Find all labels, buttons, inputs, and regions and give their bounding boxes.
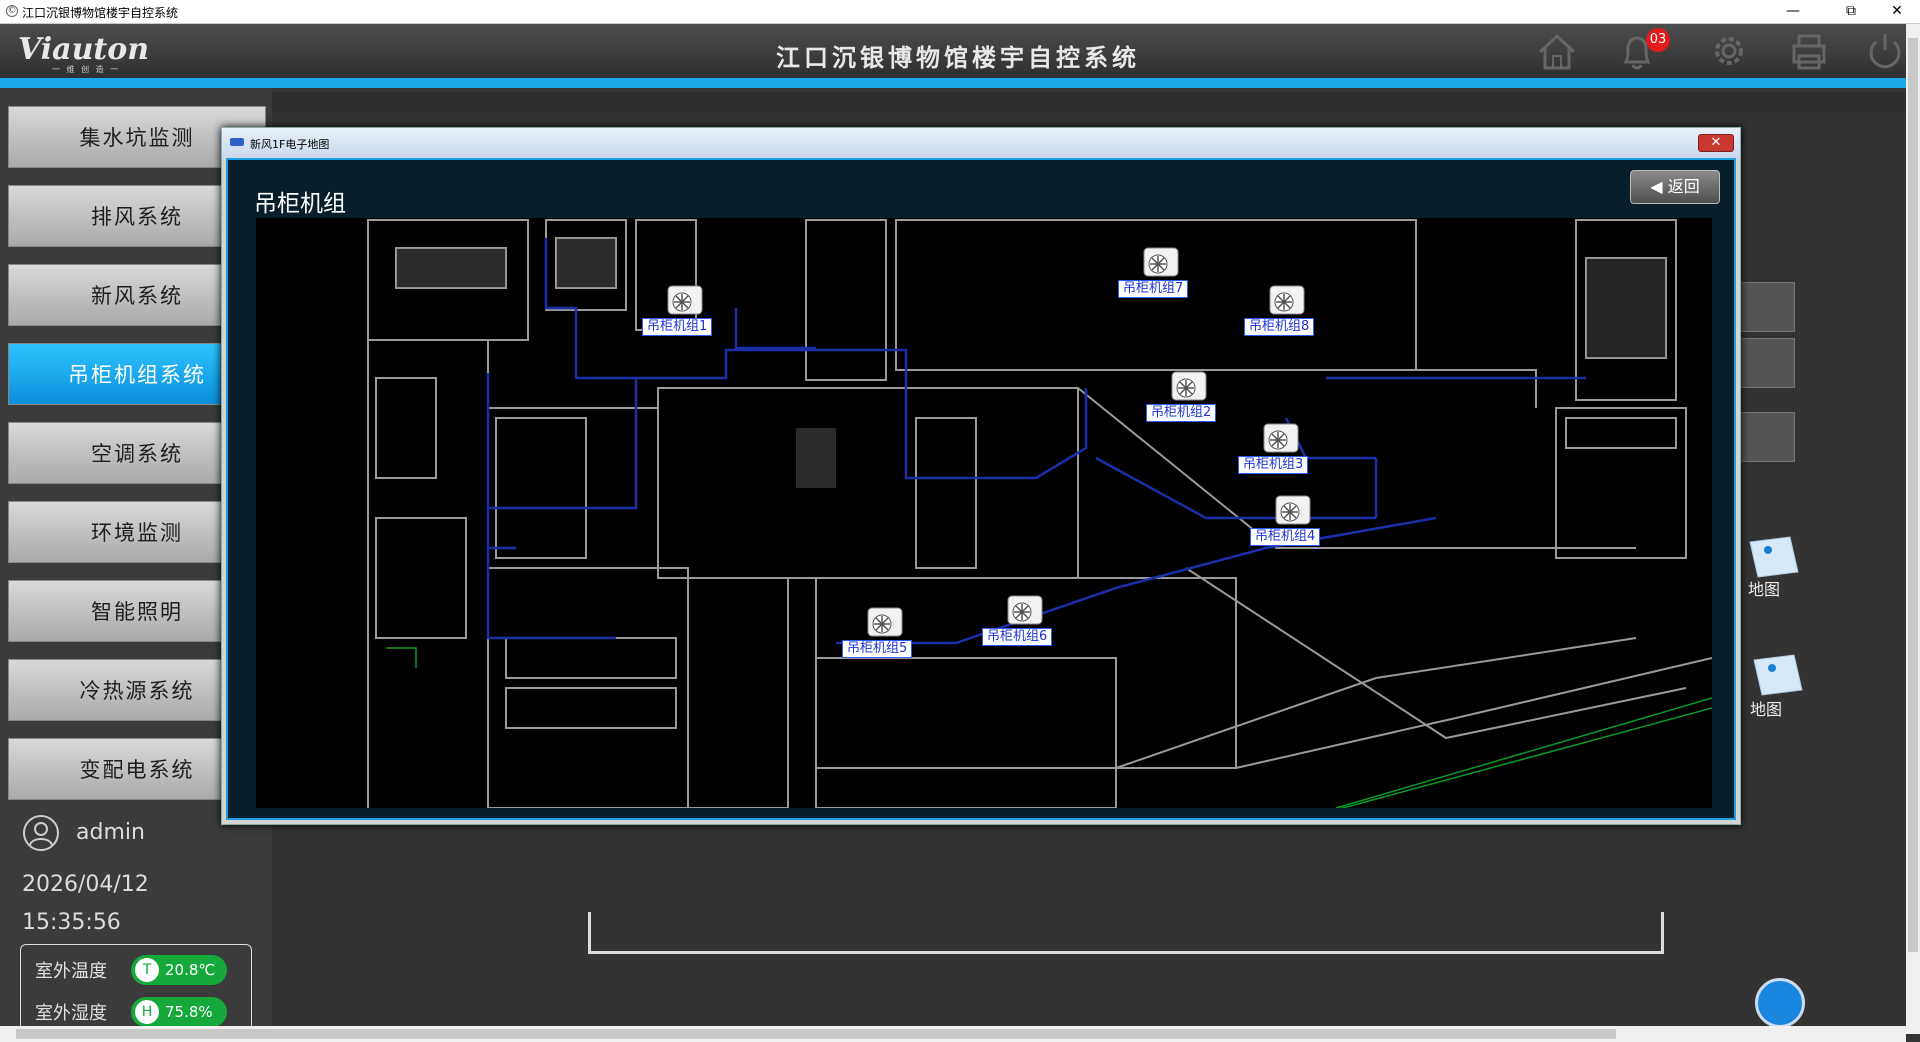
floor-plan-drawing — [367, 219, 1712, 808]
fan-icon — [1263, 423, 1299, 453]
fan-icon — [1007, 595, 1043, 625]
panel-title: 吊柜机组 — [254, 191, 346, 217]
outdoor-humidity-badge: H 75.8% — [131, 997, 227, 1027]
dialog-body: 吊柜机组 ◀ 返回 吊柜机组1 吊柜机组2 吊柜机组3 吊柜机组4 吊柜机组5 … — [226, 158, 1736, 820]
back-button[interactable]: ◀ 返回 — [1630, 170, 1720, 204]
background-button-3 — [1737, 412, 1795, 462]
current-date: 2026/04/12 — [22, 872, 149, 897]
ceiling-unit-label: 吊柜机组3 — [1238, 456, 1309, 474]
app-header: Viauton 一 维 创 造 一 江口沉银博物馆楼宇自控系统 03 — [0, 24, 1920, 78]
fan-icon — [667, 285, 703, 315]
humidity-icon: H — [135, 1000, 159, 1024]
close-button[interactable]: ✕ — [1874, 0, 1920, 24]
horizontal-scrollbar[interactable] — [0, 1026, 1906, 1042]
dialog-app-icon — [230, 138, 244, 146]
header-accent-bar — [0, 78, 1906, 88]
outdoor-temp-label: 室外温度 — [35, 961, 107, 982]
map-label-1[interactable]: 地图 — [1748, 576, 1780, 600]
floor-map-dialog: 新风1F电子地图 ✕ 吊柜机组 ◀ 返回 吊柜机组1 吊柜机组2 吊柜机组3 吊… — [221, 127, 1741, 825]
map-label-2[interactable]: 地图 — [1750, 696, 1782, 720]
alarm-badge: 03 — [1646, 28, 1670, 52]
ceiling-unit-label: 吊柜机组1 — [642, 318, 713, 336]
background-button-2 — [1737, 338, 1795, 388]
thermometer-icon: T — [135, 958, 159, 982]
app-title: 江口沉银博物馆楼宇自控系统 — [776, 43, 1140, 72]
logo: Viauton — [18, 32, 150, 67]
restore-button[interactable]: ⧉ — [1828, 0, 1874, 24]
printer-icon[interactable] — [1786, 30, 1832, 72]
username: admin — [76, 820, 145, 845]
window-title: 江口沉银博物馆楼宇自控系统 — [22, 6, 179, 20]
floating-nav-button[interactable] — [1755, 978, 1805, 1028]
fan-icon — [867, 607, 903, 637]
outdoor-temp-value: 20.8℃ — [165, 961, 216, 979]
app-icon: © — [6, 5, 18, 17]
fan-icon — [1143, 247, 1179, 277]
ceiling-unit-label: 吊柜机组2 — [1146, 404, 1217, 422]
content-frame — [588, 912, 1664, 954]
minimize-button[interactable]: — — [1770, 0, 1816, 24]
fan-icon — [1269, 285, 1305, 315]
vertical-scroll-thumb[interactable] — [1908, 38, 1918, 952]
ceiling-unit-label: 吊柜机组7 — [1118, 280, 1189, 298]
ceiling-unit-label: 吊柜机组5 — [842, 640, 913, 658]
fan-icon — [1275, 495, 1311, 525]
outdoor-humidity-value: 75.8% — [165, 1003, 213, 1021]
horizontal-scroll-thumb[interactable] — [16, 1029, 1616, 1039]
ceiling-unit-label: 吊柜机组4 — [1250, 528, 1321, 546]
home-icon[interactable] — [1534, 30, 1580, 72]
fan-icon — [1171, 371, 1207, 401]
user-icon — [23, 815, 59, 851]
current-time: 15:35:56 — [22, 910, 121, 935]
dialog-close-button[interactable]: ✕ — [1698, 134, 1734, 152]
dialog-title: 新风1F电子地图 — [250, 138, 330, 151]
window-titlebar: © 江口沉银博物馆楼宇自控系统 — ⧉ ✕ — [0, 0, 1920, 24]
outdoor-humidity-label: 室外湿度 — [35, 1003, 107, 1024]
vertical-scrollbar[interactable] — [1906, 24, 1920, 1034]
power-icon[interactable] — [1862, 30, 1908, 72]
dialog-titlebar: 新风1F电子地图 ✕ — [222, 128, 1740, 158]
ceiling-unit-label: 吊柜机组6 — [982, 628, 1053, 646]
gear-icon[interactable] — [1706, 30, 1752, 72]
outdoor-temp-badge: T 20.8℃ — [131, 955, 227, 985]
background-button-1 — [1737, 282, 1795, 332]
floor-plan-map: 吊柜机组1 吊柜机组2 吊柜机组3 吊柜机组4 吊柜机组5 吊柜机组6 吊柜机组… — [256, 218, 1712, 808]
logo-subtitle: 一 维 创 造 一 — [52, 65, 121, 74]
ceiling-unit-label: 吊柜机组8 — [1244, 318, 1315, 336]
